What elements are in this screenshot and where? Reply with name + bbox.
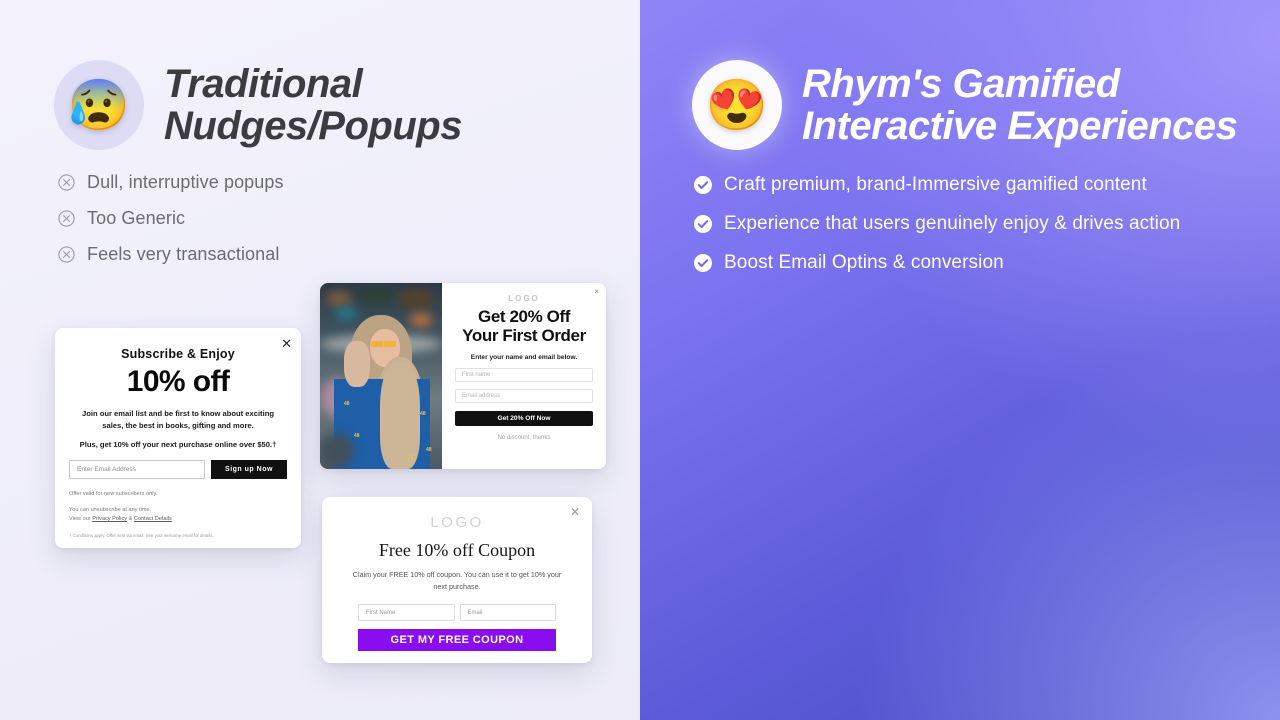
page-title-left: Traditional Nudges/Popups bbox=[164, 62, 462, 148]
get20-content: × LOGO Get 20% Off Your First Order Ente… bbox=[442, 283, 606, 469]
privacy-policy-link[interactable]: Privacy Policy bbox=[92, 516, 127, 522]
popup-get-20-off: 48 48 48 48 48 × LOGO Get 20% Off Your F… bbox=[320, 283, 606, 469]
close-icon[interactable]: ✕ bbox=[570, 506, 580, 518]
list-item-label: Feels very transactional bbox=[87, 244, 280, 264]
popup-subscribe-and-enjoy: ✕ Subscribe & Enjoy 10% off Join our ema… bbox=[55, 328, 301, 548]
rhym-header: 😍 Rhym's Gamified Interactive Experience… bbox=[692, 60, 1238, 150]
traditional-panel: 😰 Traditional Nudges/Popups Dull, interr… bbox=[0, 0, 640, 720]
brand-logo-placeholder: LOGO bbox=[508, 294, 540, 303]
popup-body-text: Join our email list and be first to know… bbox=[82, 409, 274, 430]
conditions-note: † Conditions apply. Offer sent via email… bbox=[69, 532, 214, 538]
list-item-label: Dull, interruptive popups bbox=[87, 172, 284, 192]
smiling-face-with-heart-eyes-emoji: 😍 bbox=[692, 60, 782, 150]
list-item-label: Experience that users genuinely enjoy & … bbox=[724, 213, 1181, 234]
close-icon[interactable]: ✕ bbox=[281, 337, 292, 350]
popup-body-text-secondary: Plus, get 10% off your next purchase onl… bbox=[79, 439, 277, 449]
list-item: Dull, interruptive popups bbox=[58, 172, 284, 193]
page-title-right: Rhym's Gamified Interactive Experiences bbox=[802, 62, 1238, 148]
subscribe-form-row: Enter Email Address Sign up Now bbox=[69, 459, 287, 479]
amp-text: & bbox=[127, 515, 134, 522]
anxious-face-with-sweat-emoji: 😰 bbox=[54, 60, 144, 150]
coupon-form-row: First Name Email bbox=[358, 604, 556, 622]
first-name-field[interactable]: First Name bbox=[358, 604, 455, 622]
check-circle-icon bbox=[694, 215, 712, 233]
popup-headline: Get 20% Off Your First Order bbox=[455, 307, 593, 346]
comparison-layout: 😰 Traditional Nudges/Popups Dull, interr… bbox=[0, 0, 1280, 720]
get-coupon-button[interactable]: GET MY FREE COUPON bbox=[358, 629, 556, 652]
close-icon[interactable]: × bbox=[594, 288, 599, 296]
brand-logo-placeholder: LOGO bbox=[430, 514, 484, 531]
rhym-panel: 😍 Rhym's Gamified Interactive Experience… bbox=[640, 0, 1280, 720]
list-item: Experience that users genuinely enjoy & … bbox=[694, 213, 1180, 235]
email-field[interactable]: Email bbox=[459, 604, 556, 622]
get-20-off-button[interactable]: Get 20% Off Now bbox=[455, 410, 593, 426]
unsubscribe-note: You can unsubscribe at any time. View ou… bbox=[69, 506, 287, 524]
check-circle-icon bbox=[694, 254, 712, 272]
sign-up-button[interactable]: Sign up Now bbox=[211, 459, 287, 479]
popup-subtitle: Subscribe & Enjoy bbox=[121, 347, 235, 361]
list-item: Feels very transactional bbox=[58, 244, 284, 265]
list-item-label: Too Generic bbox=[87, 208, 186, 228]
dismiss-offer-link[interactable]: No discount, thanks bbox=[455, 435, 593, 441]
popup-headline: 10% off bbox=[126, 365, 230, 398]
contact-details-link[interactable]: Contact Details bbox=[134, 516, 172, 522]
unsubscribe-text: You can unsubscribe at any time. bbox=[69, 506, 152, 513]
email-field[interactable]: Enter Email Address bbox=[69, 459, 205, 479]
popup-free-coupon: ✕ LOGO Free 10% off Coupon Claim your FR… bbox=[322, 497, 592, 663]
popup-subtitle: Enter your name and email below. bbox=[470, 353, 578, 361]
list-item: Craft premium, brand-Immersive gamified … bbox=[694, 174, 1180, 196]
traditional-bullet-list: Dull, interruptive popups Too Generic Fe… bbox=[58, 172, 284, 265]
circle-x-icon bbox=[58, 174, 75, 191]
list-item: Boost Email Optins & conversion bbox=[694, 252, 1180, 274]
list-item-label: Boost Email Optins & conversion bbox=[724, 252, 1004, 273]
view-our-text: View our bbox=[69, 515, 93, 522]
offer-validity-note: Offer valid for new subscribers only. bbox=[69, 490, 158, 497]
popup-headline: Free 10% off Coupon bbox=[378, 540, 536, 560]
carnival-woman-photo: 48 48 48 48 48 bbox=[320, 283, 442, 469]
list-item: Too Generic bbox=[58, 208, 284, 229]
emoji-glyph: 😍 bbox=[705, 77, 769, 133]
list-item-label: Craft premium, brand-Immersive gamified … bbox=[724, 174, 1147, 195]
first-name-field[interactable]: First name bbox=[455, 367, 593, 382]
circle-x-icon bbox=[58, 210, 75, 227]
circle-x-icon bbox=[58, 246, 75, 263]
email-field[interactable]: Email address bbox=[455, 388, 593, 403]
traditional-header: 😰 Traditional Nudges/Popups bbox=[54, 60, 462, 150]
emoji-glyph: 😰 bbox=[67, 77, 131, 133]
headline-line-2: Your First Order bbox=[462, 326, 586, 346]
headline-line-1: Get 20% Off bbox=[478, 307, 570, 326]
check-circle-icon bbox=[694, 176, 712, 194]
popup-subtitle: Claim your FREE 10% off coupon. You can … bbox=[352, 570, 562, 591]
rhym-bullet-list: Craft premium, brand-Immersive gamified … bbox=[694, 174, 1180, 274]
